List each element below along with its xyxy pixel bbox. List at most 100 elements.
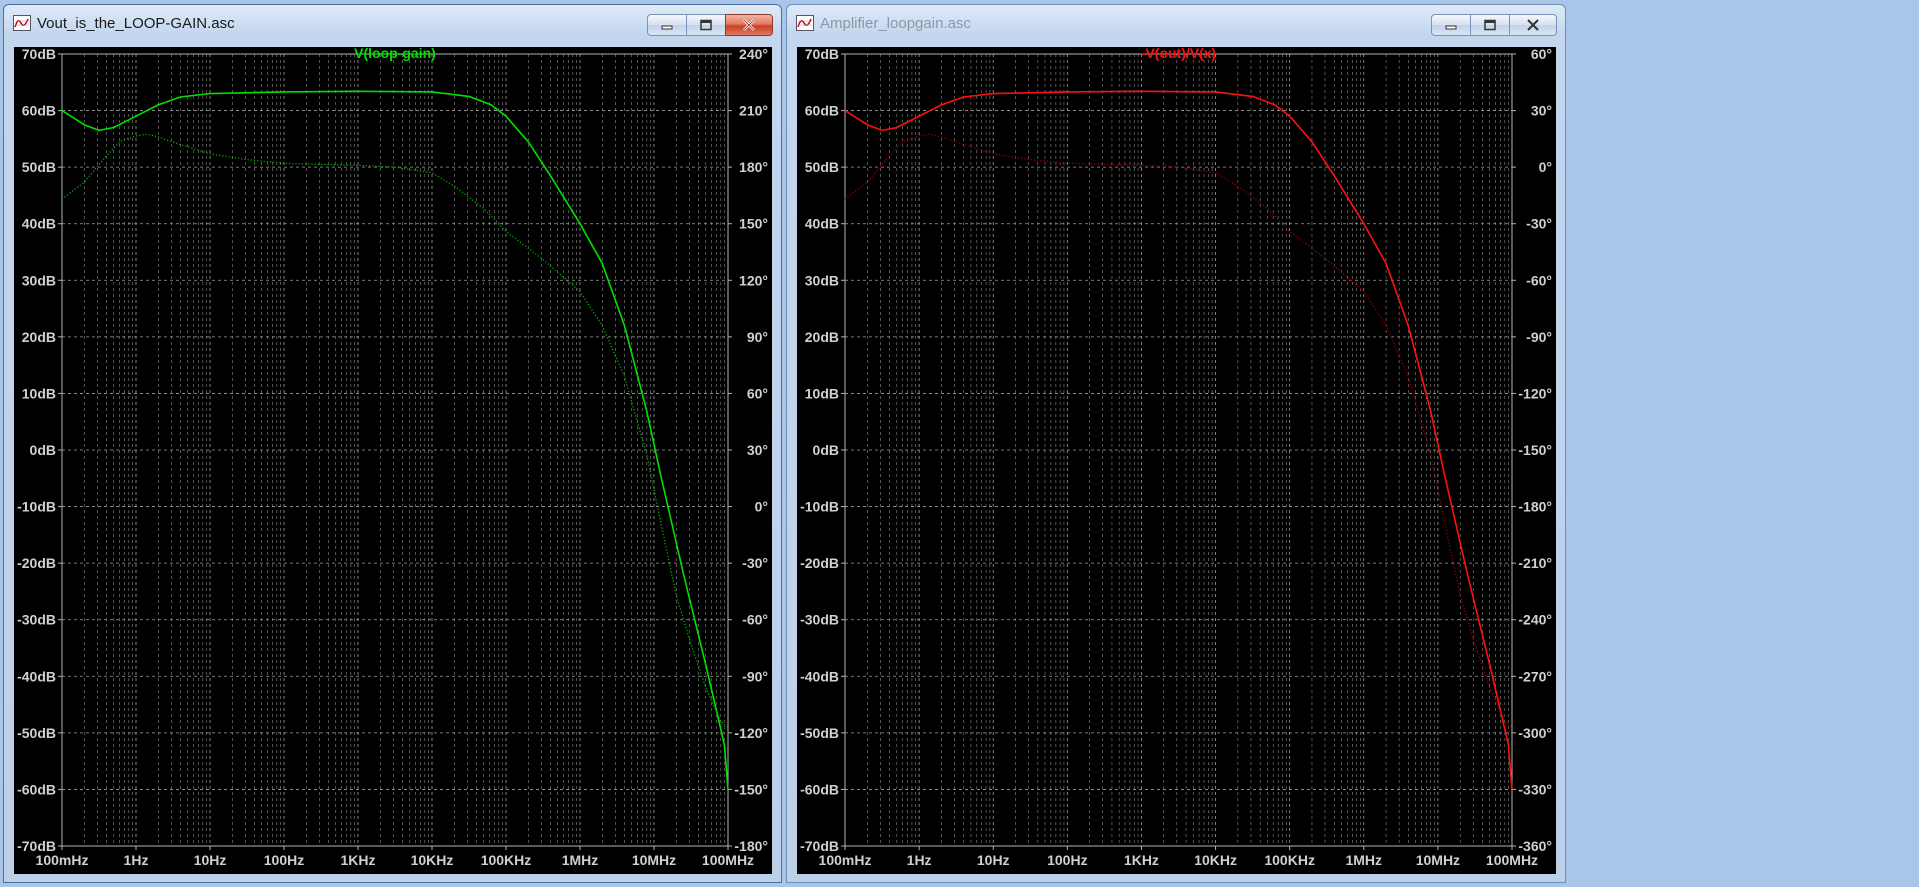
magnitude-trace	[61, 90, 729, 790]
y-left-tick-label: -60dB	[800, 781, 839, 797]
y-right-tick-label: -120°	[1518, 385, 1552, 401]
x-tick-label: 10MHz	[1416, 852, 1460, 868]
y-left-tick-label: 10dB	[805, 385, 839, 401]
y-right-tick-label: -180°	[1518, 499, 1552, 515]
x-tick-label: 10KHz	[1194, 852, 1237, 868]
y-left-tick-label: -10dB	[800, 499, 839, 515]
y-left-tick-label: -30dB	[17, 612, 56, 628]
y-right-tick-label: 0°	[755, 499, 768, 515]
y-left-tick-label: 20dB	[805, 329, 839, 345]
y-right-tick-label: -150°	[734, 781, 768, 797]
y-right-tick-label: 30°	[1531, 103, 1552, 119]
minimize-button[interactable]	[647, 14, 687, 36]
y-right-tick-label: 210°	[739, 103, 768, 119]
ltspice-waveform-icon	[13, 15, 31, 31]
maximize-button[interactable]	[686, 14, 726, 36]
minimize-icon	[1445, 25, 1457, 30]
x-tick-label: 100mHz	[819, 852, 872, 868]
y-right-tick-label: -240°	[1518, 612, 1552, 628]
y-left-tick-label: 40dB	[805, 216, 839, 232]
y-right-tick-label: -150°	[1518, 442, 1552, 458]
y-right-tick-label: -60°	[1526, 272, 1552, 288]
close-button[interactable]	[1509, 14, 1557, 36]
restore-icon	[700, 19, 712, 31]
grid	[61, 53, 729, 847]
title-bar[interactable]: Vout_is_the_LOOP-GAIN.asc	[4, 5, 781, 41]
y-left-tick-label: -50dB	[800, 725, 839, 741]
x-tick-label: 100MHz	[702, 852, 754, 868]
trace-label[interactable]: -V(out)/V(x)	[1141, 47, 1216, 61]
y-right-tick-label: -30°	[1526, 216, 1552, 232]
x-tick-label: 1KHz	[1124, 852, 1159, 868]
y-left-tick-label: 50dB	[805, 159, 839, 175]
y-right-tick-label: 90°	[747, 329, 768, 345]
y-right-tick-label: -120°	[734, 725, 768, 741]
y-left-tick-label: 40dB	[22, 216, 56, 232]
y-right-tick-label: 120°	[739, 272, 768, 288]
y-right-tick-label: 150°	[739, 216, 768, 232]
y-left-tick-label: 30dB	[22, 272, 56, 288]
y-left-tick-label: 0dB	[813, 442, 839, 458]
minimize-button[interactable]	[1431, 14, 1471, 36]
y-right-tick-label: -30°	[742, 555, 768, 571]
y-left-tick-label: -10dB	[17, 499, 56, 515]
magnitude-trace	[844, 90, 1513, 790]
y-left-tick-label: 30dB	[805, 272, 839, 288]
y-left-tick-label: 70dB	[805, 47, 839, 62]
y-left-tick-label: 70dB	[22, 47, 56, 62]
y-left-tick-label: -20dB	[800, 555, 839, 571]
x-tick-label: 1KHz	[340, 852, 375, 868]
y-right-tick-label: 30°	[747, 442, 768, 458]
x-tick-label: 10Hz	[977, 852, 1010, 868]
y-left-tick-label: 60dB	[22, 103, 56, 119]
x-tick-label: 100KHz	[1264, 852, 1315, 868]
plot-pane[interactable]: 70dB 60dB 50dB 40dB 30dB 20dB 10dB 0dB -10dB -20d…	[797, 47, 1556, 874]
phase-trace	[61, 133, 729, 728]
x-tick-label: 100MHz	[1486, 852, 1538, 868]
y-left-tick-label: 20dB	[22, 329, 56, 345]
y-right-tick-label: 240°	[739, 47, 768, 62]
close-icon	[1527, 19, 1539, 31]
y-left-tick-label: 0dB	[30, 442, 56, 458]
x-tick-label: 100mHz	[36, 852, 89, 868]
x-tick-label: 100KHz	[481, 852, 532, 868]
x-tick-label: 10MHz	[632, 852, 676, 868]
x-tick-label: 10KHz	[411, 852, 454, 868]
plot-window-loop-gain[interactable]: Vout_is_the_LOOP-GAIN.asc 70dB 60dB 50dB 40…	[3, 4, 782, 883]
close-button[interactable]	[725, 14, 773, 36]
bode-plot[interactable]: 70dB 60dB 50dB 40dB 30dB 20dB 10dB 0dB -10dB -20d…	[14, 47, 774, 876]
y-right-tick-label: -330°	[1518, 781, 1552, 797]
y-right-tick-label: -90°	[742, 668, 768, 684]
plot-pane[interactable]: 70dB 60dB 50dB 40dB 30dB 20dB 10dB 0dB -10dB -20d…	[14, 47, 772, 874]
y-right-tick-label: 0°	[1539, 159, 1552, 175]
bode-plot[interactable]: 70dB 60dB 50dB 40dB 30dB 20dB 10dB 0dB -10dB -20d…	[797, 47, 1558, 876]
y-left-tick-label: -20dB	[17, 555, 56, 571]
y-right-tick-label: -300°	[1518, 725, 1552, 741]
phase-trace	[844, 133, 1513, 728]
x-tick-label: 10Hz	[194, 852, 227, 868]
y-right-tick-label: -210°	[1518, 555, 1552, 571]
restore-icon	[1484, 19, 1496, 31]
x-tick-label: 100Hz	[264, 852, 304, 868]
plot-window-amplifier-loopgain[interactable]: Amplifier_loopgain.asc 70dB 60dB 50dB 40dB 3…	[786, 4, 1566, 883]
ltspice-waveform-icon	[796, 15, 814, 31]
x-tick-label: 1Hz	[124, 852, 149, 868]
grid	[844, 53, 1513, 847]
window-title: Amplifier_loopgain.asc	[820, 14, 971, 32]
y-right-tick-label: -270°	[1518, 668, 1552, 684]
y-left-tick-label: -60dB	[17, 781, 56, 797]
close-icon	[743, 19, 755, 31]
y-left-tick-label: 10dB	[22, 385, 56, 401]
y-left-tick-label: -30dB	[800, 612, 839, 628]
x-tick-label: 1Hz	[907, 852, 932, 868]
y-right-tick-label: -60°	[742, 612, 768, 628]
maximize-button[interactable]	[1470, 14, 1510, 36]
x-tick-label: 1MHz	[1345, 852, 1382, 868]
title-bar[interactable]: Amplifier_loopgain.asc	[787, 5, 1565, 41]
y-right-tick-label: 180°	[739, 159, 768, 175]
y-left-tick-label: 50dB	[22, 159, 56, 175]
window-title: Vout_is_the_LOOP-GAIN.asc	[37, 14, 235, 32]
y-left-tick-label: -50dB	[17, 725, 56, 741]
y-right-tick-label: 60°	[1531, 47, 1552, 62]
trace-label[interactable]: V(loop-gain)	[354, 47, 436, 61]
